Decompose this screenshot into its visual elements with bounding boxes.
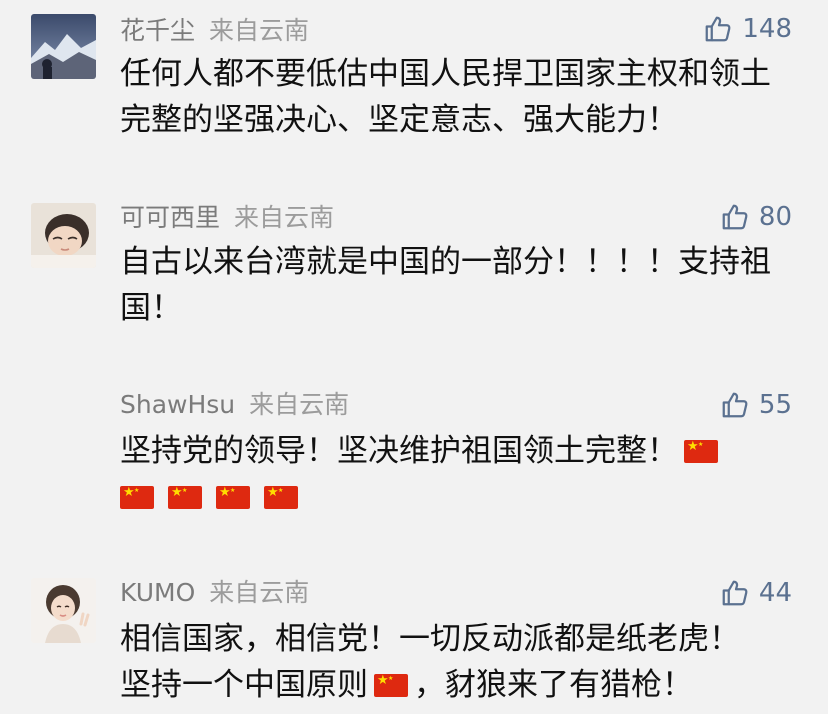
username-text[interactable]: KUMO	[120, 578, 195, 607]
like-count: 80	[758, 202, 792, 232]
like-count: 148	[742, 14, 792, 44]
comment-text: 自古以来台湾就是中国的一部分！！！！支持祖国！	[120, 244, 771, 326]
location-label: 来自云南	[249, 390, 350, 419]
like-button[interactable]: 148	[703, 14, 792, 44]
like-count: 55	[758, 390, 792, 420]
username[interactable]: 可可西里 来自云南	[120, 203, 334, 233]
china-flag-icon	[168, 483, 202, 509]
like-button[interactable]: 55	[720, 390, 792, 420]
avatar[interactable]	[31, 578, 96, 643]
comment-text-line2b: ，豺狼来了有猎枪！	[414, 667, 693, 703]
like-button[interactable]: 44	[720, 578, 792, 608]
username-text[interactable]: ShawHsu	[120, 390, 235, 419]
china-flag-icon	[120, 483, 154, 509]
thumbs-up-icon	[722, 392, 748, 418]
comment-text: 任何人都不要低估中国人民捍卫国家主权和领土完整的坚强决心、坚定意志、强大能力！	[120, 56, 771, 138]
username[interactable]: ShawHsu 来自云南	[120, 390, 349, 420]
china-flag-icon	[684, 437, 718, 463]
comment-text-line2a: 坚持一个中国原则	[120, 667, 368, 703]
location-label: 来自云南	[209, 16, 310, 45]
username-text[interactable]: 可可西里	[120, 203, 220, 232]
china-flag-icon	[216, 483, 250, 509]
avatar[interactable]	[31, 203, 96, 268]
china-flag-icon	[264, 483, 298, 509]
location-label: 来自云南	[234, 203, 335, 232]
like-button[interactable]: 80	[720, 202, 792, 232]
username-text[interactable]: 花千尘	[120, 16, 195, 45]
thumbs-up-icon	[722, 204, 748, 230]
username[interactable]: 花千尘 来自云南	[120, 16, 309, 46]
comment-text: 相信国家，相信党！一切反动派都是纸老虎！ 坚持一个中国原则 ，豺狼来了有猎枪！	[120, 616, 820, 708]
comment-text-body: 坚持党的领导！坚决维护祖国领土完整！	[120, 433, 678, 469]
thumbs-up-icon	[705, 16, 731, 42]
comment-text: 坚持党的领导！坚决维护祖国领土完整！	[120, 428, 800, 520]
location-label: 来自云南	[209, 578, 310, 607]
avatar[interactable]	[31, 14, 96, 79]
like-count: 44	[758, 578, 792, 608]
thumbs-up-icon	[722, 580, 748, 606]
comment-text-line1: 相信国家，相信党！一切反动派都是纸老虎！	[120, 621, 740, 657]
china-flag-icon	[374, 671, 408, 697]
username[interactable]: KUMO 来自云南	[120, 578, 309, 608]
